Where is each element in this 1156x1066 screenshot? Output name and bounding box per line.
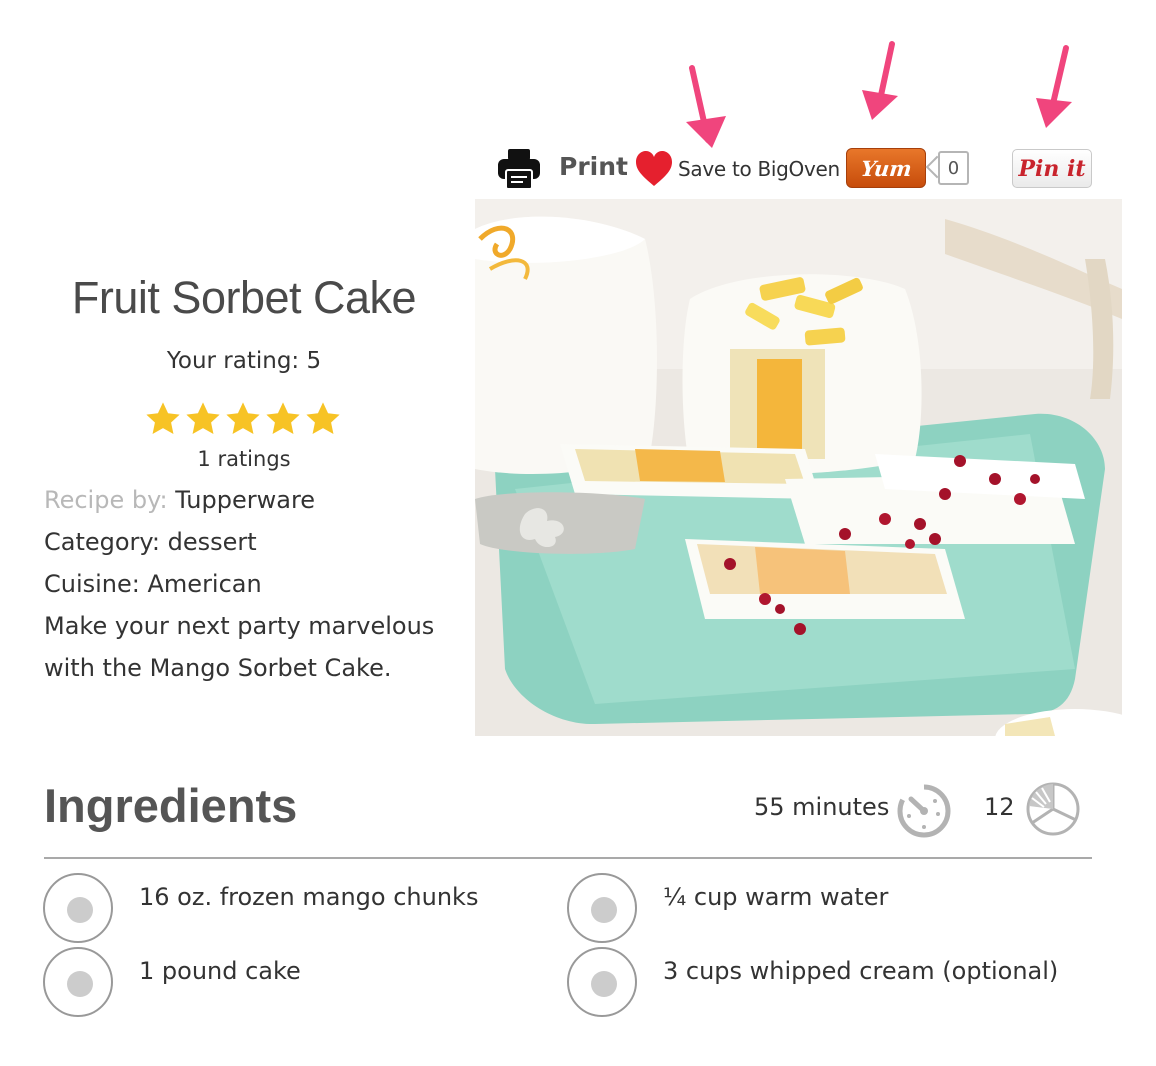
heart-icon[interactable] [634, 150, 674, 188]
yum-button[interactable]: Yum [846, 148, 926, 188]
star-rating[interactable] [144, 400, 344, 438]
ingredient-text: ¼ cup warm water [663, 883, 889, 911]
cuisine-line: Cuisine: American [44, 570, 262, 598]
ingredient-item[interactable]: ¼ cup warm water [567, 873, 888, 943]
ratings-count: 1 ratings [197, 447, 291, 471]
ingredient-checkbox[interactable] [43, 947, 113, 1017]
recipe-photo [475, 199, 1122, 736]
ingredient-text: 1 pound cake [139, 957, 301, 985]
ingredients-divider [44, 857, 1092, 859]
save-to-bigoven-button[interactable]: Save to BigOven [678, 157, 840, 181]
ingredient-text: 16 oz. frozen mango chunks [139, 883, 479, 911]
ingredient-checkbox[interactable] [43, 873, 113, 943]
total-time: 55 minutes [754, 793, 890, 821]
recipe-by-key: Recipe by: [44, 486, 168, 514]
timer-icon [897, 783, 951, 838]
ingredient-item[interactable]: 16 oz. frozen mango chunks [43, 873, 478, 943]
ingredient-checkbox[interactable] [567, 873, 637, 943]
star-icon[interactable] [304, 400, 342, 438]
ingredient-checkbox[interactable] [567, 947, 637, 1017]
your-rating-text: Your rating: 5 [166, 348, 322, 374]
category-line: Category: dessert [44, 528, 257, 556]
ingredient-text: 3 cups whipped cream (optional) [663, 957, 1059, 985]
star-icon[interactable] [224, 400, 262, 438]
servings-pie-icon [1026, 782, 1080, 836]
star-icon[interactable] [184, 400, 222, 438]
recipe-title: Fruit Sorbet Cake [71, 272, 417, 323]
star-icon[interactable] [144, 400, 182, 438]
annotation-arrow-pin [1036, 45, 1072, 128]
ingredients-heading: Ingredients [44, 779, 298, 832]
recipe-by-value: Tupperware [175, 486, 316, 514]
pin-it-button[interactable]: Pin it [1012, 149, 1092, 188]
yum-label: Yum [859, 155, 913, 181]
ingredient-item[interactable]: 3 cups whipped cream (optional) [567, 947, 1058, 1017]
star-icon[interactable] [264, 400, 302, 438]
ingredient-item[interactable]: 1 pound cake [43, 947, 301, 1017]
print-button[interactable]: Print [559, 152, 628, 181]
recipe-by-line: Recipe by: Tupperware [44, 486, 315, 514]
servings-count: 12 [984, 793, 1015, 821]
recipe-description: Make your next party marvelous with the … [44, 612, 435, 682]
yum-count-badge: 0 [938, 151, 969, 185]
pin-it-label: Pin it [1018, 155, 1086, 182]
annotation-arrow-yum [862, 41, 898, 120]
printer-icon[interactable] [496, 148, 542, 190]
